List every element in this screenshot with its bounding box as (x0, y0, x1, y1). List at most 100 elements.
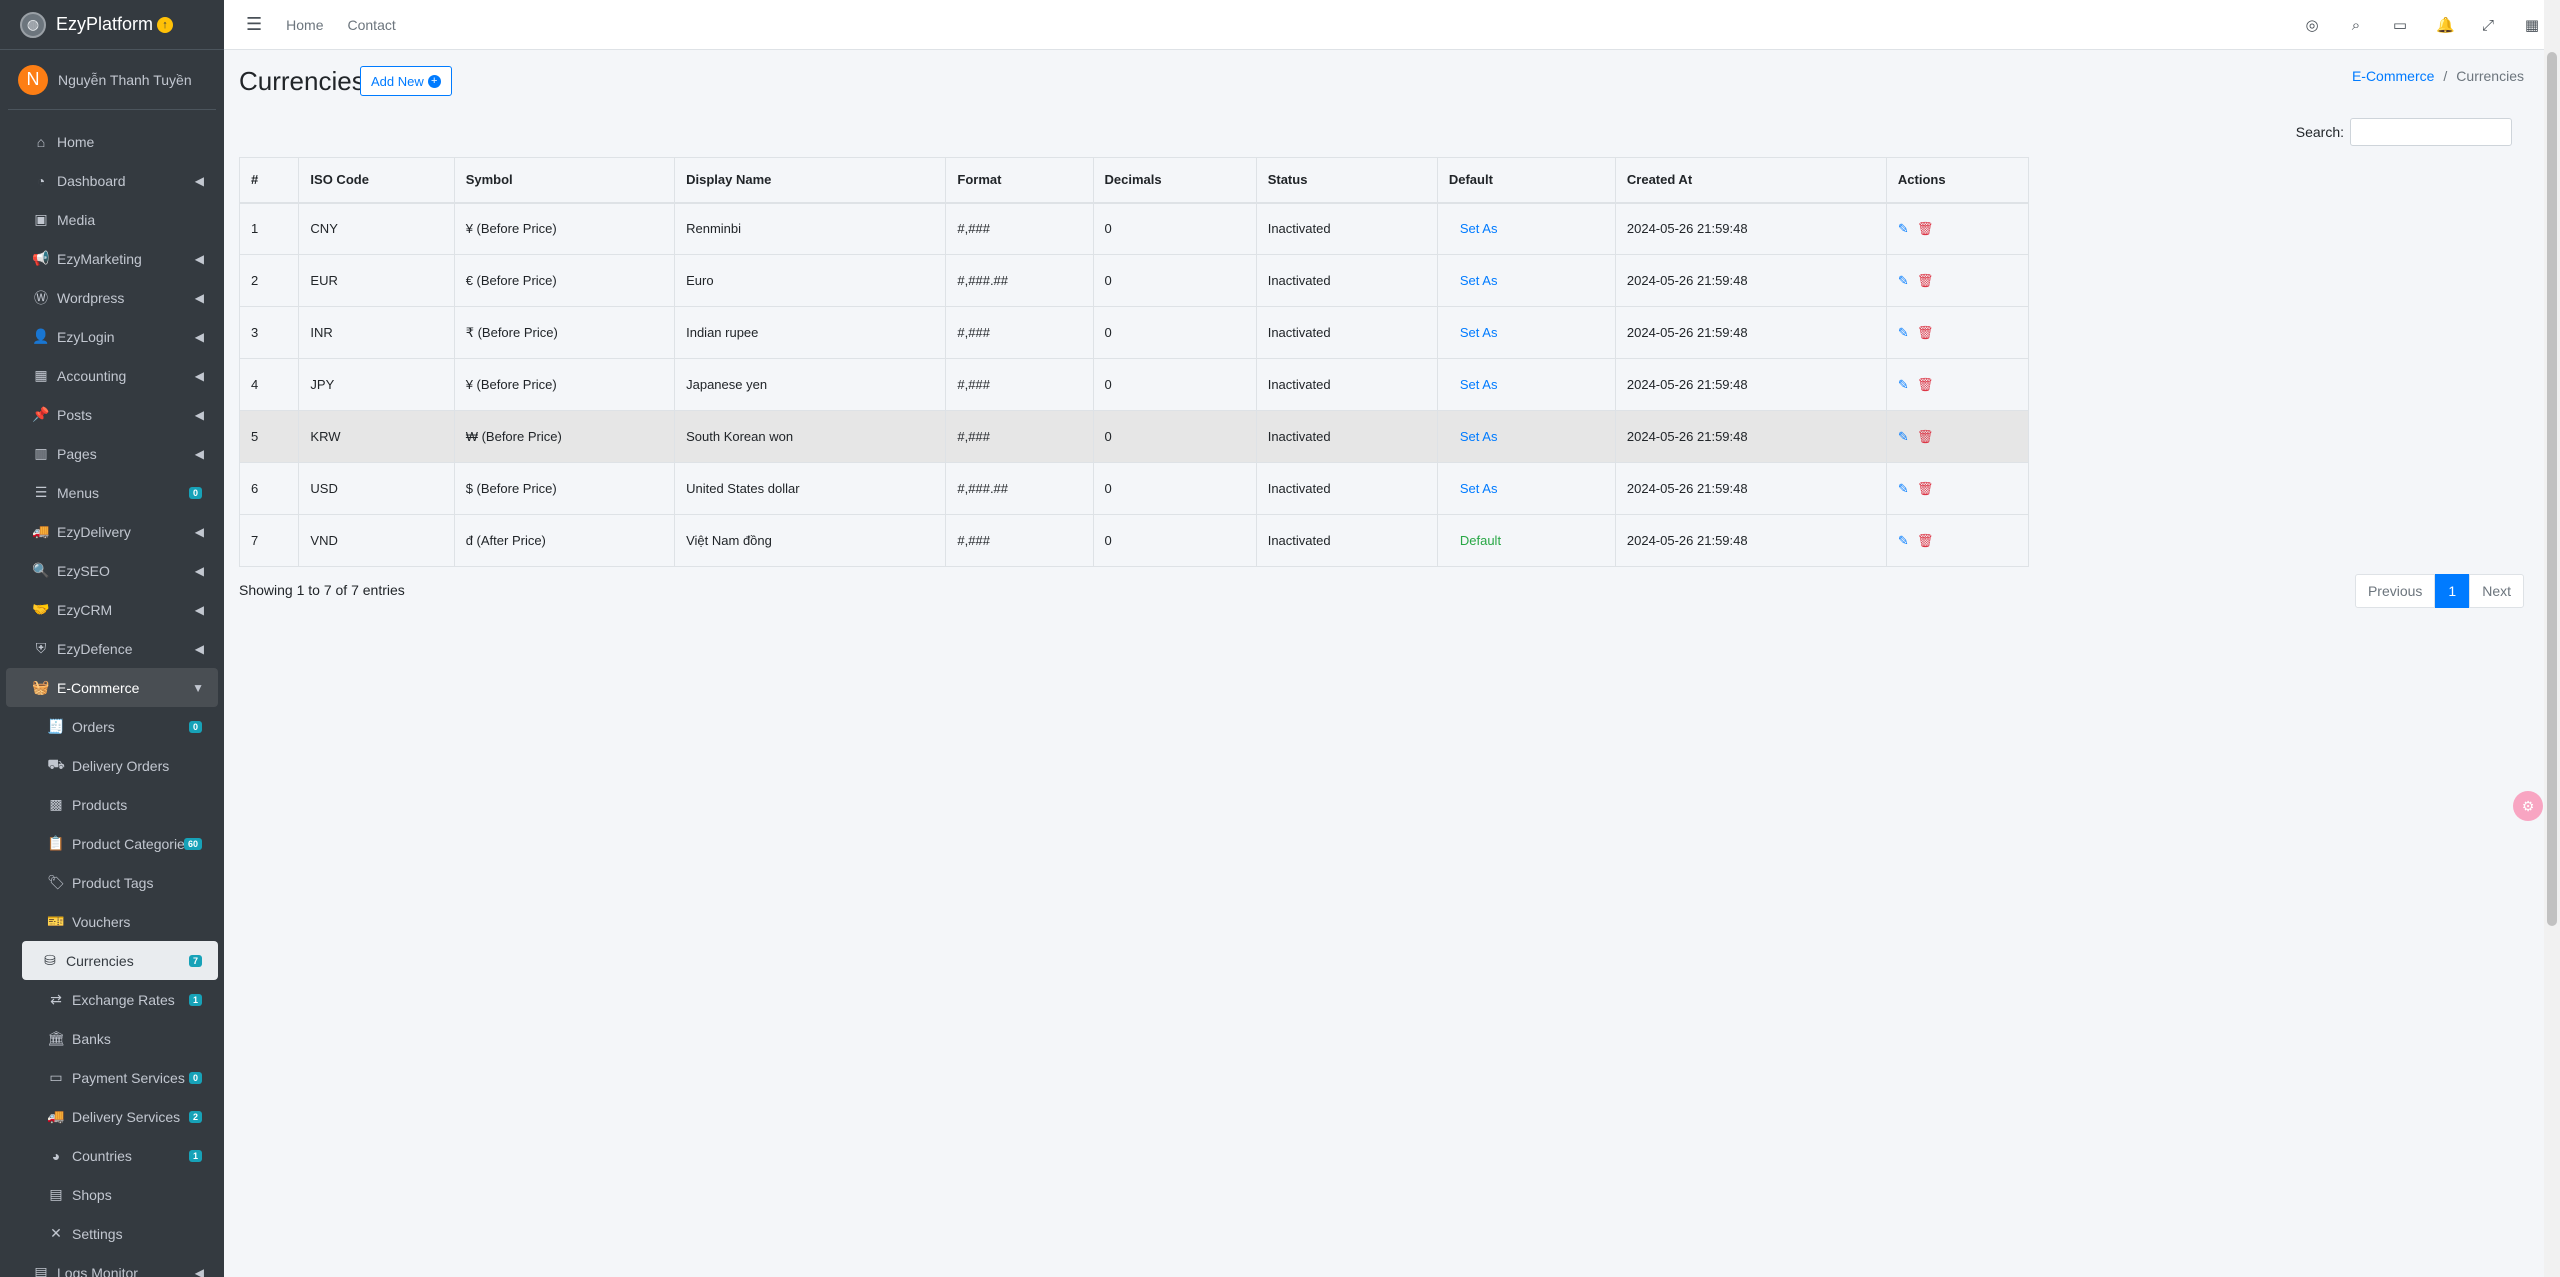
sidebar-item-products[interactable]: ▩ Products (6, 785, 218, 824)
dolly-icon: ⛟ (47, 756, 65, 772)
col-header[interactable]: Format (945, 157, 1094, 204)
trash-icon[interactable]: 🗑 (1917, 377, 1934, 393)
sidebar-item-vouchers[interactable]: 🎫 Vouchers (6, 902, 218, 941)
col-header[interactable]: Symbol (453, 157, 676, 204)
breadcrumb-ecommerce-link[interactable]: E-Commerce (2352, 68, 2434, 84)
page-1-button[interactable]: 1 (2435, 574, 2470, 608)
sidebar-item-posts[interactable]: 📌 Posts ◀ (6, 395, 218, 434)
sidebar-item-product-tags[interactable]: 🏷 Product Tags (6, 863, 218, 902)
grid-apps-icon[interactable]: ▦ (2524, 16, 2540, 34)
sidebar-item-label: Products (72, 796, 128, 813)
sidebar-item-countries[interactable]: ◕ Countries 1 (6, 1136, 218, 1175)
chevron-left-icon: ◀ (194, 407, 204, 422)
edit-icon[interactable]: ✎ (1898, 325, 1909, 341)
trash-icon[interactable]: 🗑 (1917, 481, 1934, 497)
sidebar-item-shops[interactable]: ▤ Shops (6, 1175, 218, 1214)
sidebar-item-currencies[interactable]: ⛁ Currencies 7 (22, 941, 218, 980)
search-icon[interactable]: ⌕ (2348, 17, 2364, 34)
edit-icon[interactable]: ✎ (1898, 377, 1909, 393)
set-as-default-link[interactable]: Set As (1449, 429, 1498, 444)
count-badge: 60 (183, 837, 202, 850)
sidebar-item-delivery-services[interactable]: 🚚 Delivery Services 2 (6, 1097, 218, 1136)
col-header[interactable]: ISO Code (298, 157, 455, 204)
tags-icon: 🏷 (47, 874, 65, 890)
sidebar-item-payment-services[interactable]: ▭ Payment Services 0 (6, 1058, 218, 1097)
sidebar-item-ezymarketing[interactable]: 📢 EzyMarketing ◀ (6, 239, 218, 278)
sidebar-item-label: Product Categories (72, 835, 192, 852)
sidebar-item-wordpress[interactable]: Ⓦ Wordpress ◀ (6, 278, 218, 317)
sidebar-item-ecommerce[interactable]: 🧺 E-Commerce ▼ (6, 668, 218, 707)
nav-home-link[interactable]: Home (286, 17, 323, 33)
cell-created-at: 2024-05-26 21:59:48 (1614, 358, 1887, 411)
sidebar-item-ezylogin[interactable]: 👤 EzyLogin ◀ (6, 317, 218, 356)
table-row: 2 EUR € (Before Price) Euro #,###.## 0 I… (238, 254, 2030, 307)
cell-created-at: 2024-05-26 21:59:48 (1614, 306, 1887, 359)
col-header[interactable]: Display Name (674, 157, 947, 204)
globe-icon[interactable]: ◎ (2304, 16, 2320, 34)
trash-icon[interactable]: 🗑 (1917, 273, 1934, 289)
sidebar-item-pages[interactable]: ▥ Pages ◀ (6, 434, 218, 473)
boxes-icon: ▩ (49, 796, 63, 812)
trash-icon[interactable]: 🗑 (1917, 429, 1934, 445)
sidebar-item-logs-monitor[interactable]: ▤ Logs Monitor ◀ (6, 1253, 218, 1277)
nav-contact-link[interactable]: Contact (348, 17, 396, 33)
add-new-button[interactable]: Add New + (360, 66, 452, 96)
sidebar-item-ezycrm[interactable]: 🤝 EzyCRM ◀ (6, 590, 218, 629)
edit-icon[interactable]: ✎ (1898, 429, 1909, 445)
set-as-default-link[interactable]: Set As (1449, 377, 1498, 392)
cell-symbol: ₩ (Before Price) (453, 410, 676, 463)
sidebar-item-ezydelivery[interactable]: 🚚 EzyDelivery ◀ (6, 512, 218, 551)
sidebar-item-delivery-orders[interactable]: ⛟ Delivery Orders (6, 746, 218, 785)
upgrade-icon[interactable]: ↑ (157, 16, 174, 33)
col-header[interactable]: Default (1436, 157, 1616, 204)
cell-symbol: đ (After Price) (453, 514, 676, 567)
wordpress-icon: Ⓦ (34, 289, 48, 306)
brand[interactable]: ◍ EzyPlatform ↑ (0, 0, 224, 50)
edit-icon[interactable]: ✎ (1898, 533, 1909, 549)
set-as-default-link[interactable]: Set As (1449, 481, 1498, 496)
scrollbar-thumb[interactable] (2547, 52, 2557, 926)
col-header[interactable]: Decimals (1092, 157, 1257, 204)
set-as-default-link[interactable]: Set As (1449, 221, 1498, 236)
set-as-default-link[interactable]: Set As (1449, 273, 1498, 288)
chat-icon[interactable]: ▭ (2392, 16, 2408, 34)
search-input[interactable] (2350, 118, 2512, 146)
set-as-default-link[interactable]: Set As (1449, 325, 1498, 340)
next-page-button[interactable]: Next (2469, 574, 2524, 608)
sidebar-item-accounting[interactable]: ▦ Accounting ◀ (6, 356, 218, 395)
sidebar-item-dashboard[interactable]: ◔ Dashboard ◀ (6, 161, 218, 200)
sidebar-item-menus[interactable]: ☰ Menus 0 (6, 473, 218, 512)
col-header[interactable]: Created At (1614, 157, 1887, 204)
col-header[interactable]: Status (1255, 157, 1438, 204)
edit-icon[interactable]: ✎ (1898, 273, 1909, 289)
hamburger-menu-icon[interactable]: ☰ (246, 14, 262, 35)
page-scrollbar[interactable] (2544, 0, 2560, 1277)
col-header[interactable]: # (238, 157, 300, 204)
trash-icon[interactable]: 🗑 (1917, 533, 1934, 549)
count-badge: 1 (188, 1149, 202, 1162)
edit-icon[interactable]: ✎ (1898, 221, 1909, 237)
sidebar: ◍ EzyPlatform ↑ N Nguyễn Thanh Tuyền ⌂ Ho… (0, 0, 224, 1277)
floating-helper-icon[interactable]: ⚙ (2513, 791, 2543, 821)
sidebar-item-settings[interactable]: ✕ Settings (6, 1214, 218, 1253)
edit-icon[interactable]: ✎ (1898, 481, 1909, 497)
cell-format: #,### (945, 202, 1094, 255)
trash-icon[interactable]: 🗑 (1917, 325, 1934, 341)
clipboard-list-icon: 📋 (47, 835, 65, 851)
sidebar-item-home[interactable]: ⌂ Home (6, 122, 218, 161)
cell-num: 4 (238, 358, 300, 411)
sidebar-item-ezyseo[interactable]: 🔍 EzySEO ◀ (6, 551, 218, 590)
fullscreen-icon[interactable]: ⤢ (2480, 17, 2496, 34)
sidebar-item-media[interactable]: ▣ Media (6, 200, 218, 239)
sidebar-item-product-categories[interactable]: 📋 Product Categories 60 (6, 824, 218, 863)
sidebar-item-exchange-rates[interactable]: ⇄ Exchange Rates 1 (6, 980, 218, 1019)
trash-icon[interactable]: 🗑 (1917, 221, 1934, 237)
user-panel[interactable]: N Nguyễn Thanh Tuyền (8, 50, 216, 110)
sidebar-item-ezydefence[interactable]: ⛨ EzyDefence ◀ (6, 629, 218, 668)
sidebar-item-banks[interactable]: 🏛 Banks (6, 1019, 218, 1058)
sidebar-item-orders[interactable]: 🧾 Orders 0 (6, 707, 218, 746)
previous-page-button[interactable]: Previous (2354, 574, 2436, 608)
bell-icon[interactable]: 🔔 (2436, 16, 2455, 34)
cell-decimals: 0 (1092, 514, 1257, 567)
cell-default: Set As (1436, 306, 1616, 359)
